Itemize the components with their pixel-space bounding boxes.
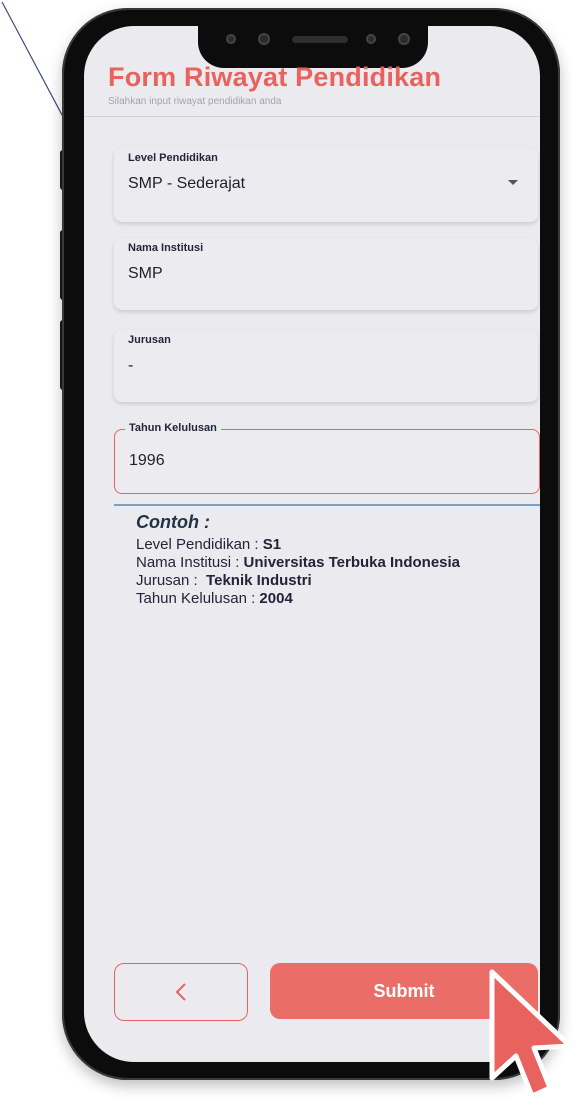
phone-screen: Form Riwayat Pendidikan Silahkan input r… <box>84 26 540 1062</box>
example-row-institusi: Nama Institusi : Universitas Terbuka Ind… <box>136 554 460 572</box>
page-title: Form Riwayat Pendidikan <box>108 62 442 92</box>
tahun-kelulusan-value: 1996 <box>129 452 165 469</box>
sensor-icon <box>226 34 236 44</box>
proximity-sensor-icon <box>366 34 376 44</box>
nama-institusi-field[interactable]: Nama Institusi SMP <box>114 238 538 310</box>
dropdown-arrow-icon[interactable] <box>508 180 518 185</box>
example-box: Contoh : Level Pendidikan : S1 Nama Inst… <box>136 512 460 608</box>
example-value: Universitas Terbuka Indonesia <box>243 554 461 571</box>
speaker-grille <box>292 36 348 43</box>
page-subtitle: Silahkan input riwayat pendidikan anda <box>108 96 282 107</box>
example-label: Level Pendidikan : <box>136 536 263 553</box>
example-label: Tahun Kelulusan : <box>136 590 260 607</box>
example-label: Nama Institusi : <box>136 554 244 571</box>
example-row-jurusan: Jurusan : Teknik Industri <box>136 572 460 590</box>
header-divider <box>84 116 540 117</box>
nama-institusi-value: SMP <box>128 265 163 282</box>
level-pendidikan-label: Level Pendidikan <box>128 152 218 164</box>
stage: Form Riwayat Pendidikan Silahkan input r… <box>0 0 586 1115</box>
chevron-left-icon <box>175 983 186 1001</box>
example-value: S1 <box>262 536 282 553</box>
tahun-kelulusan-field[interactable]: Tahun Kelulusan 1996 <box>114 422 540 494</box>
mouse-pointer-icon <box>489 969 573 1099</box>
back-button[interactable] <box>114 963 248 1021</box>
example-label: Jurusan : <box>136 572 207 589</box>
camera-icon <box>258 33 270 45</box>
example-value: Teknik Industri <box>206 572 312 589</box>
jurusan-value: - <box>128 357 134 374</box>
form-divider <box>114 504 540 506</box>
nama-institusi-label: Nama Institusi <box>128 242 204 254</box>
example-value: 2004 <box>259 590 293 607</box>
example-row-tahun: Tahun Kelulusan : 2004 <box>136 590 460 608</box>
front-camera-icon <box>398 33 410 45</box>
jurusan-field[interactable]: Jurusan - <box>114 330 538 402</box>
example-row-level: Level Pendidikan : S1 <box>136 536 460 554</box>
level-pendidikan-value: SMP - Sederajat <box>128 175 246 192</box>
tahun-kelulusan-label: Tahun Kelulusan <box>125 422 221 434</box>
jurusan-label: Jurusan <box>128 334 171 346</box>
level-pendidikan-select[interactable]: Level Pendidikan SMP - Sederajat <box>114 148 538 222</box>
example-heading: Contoh : <box>136 512 210 532</box>
